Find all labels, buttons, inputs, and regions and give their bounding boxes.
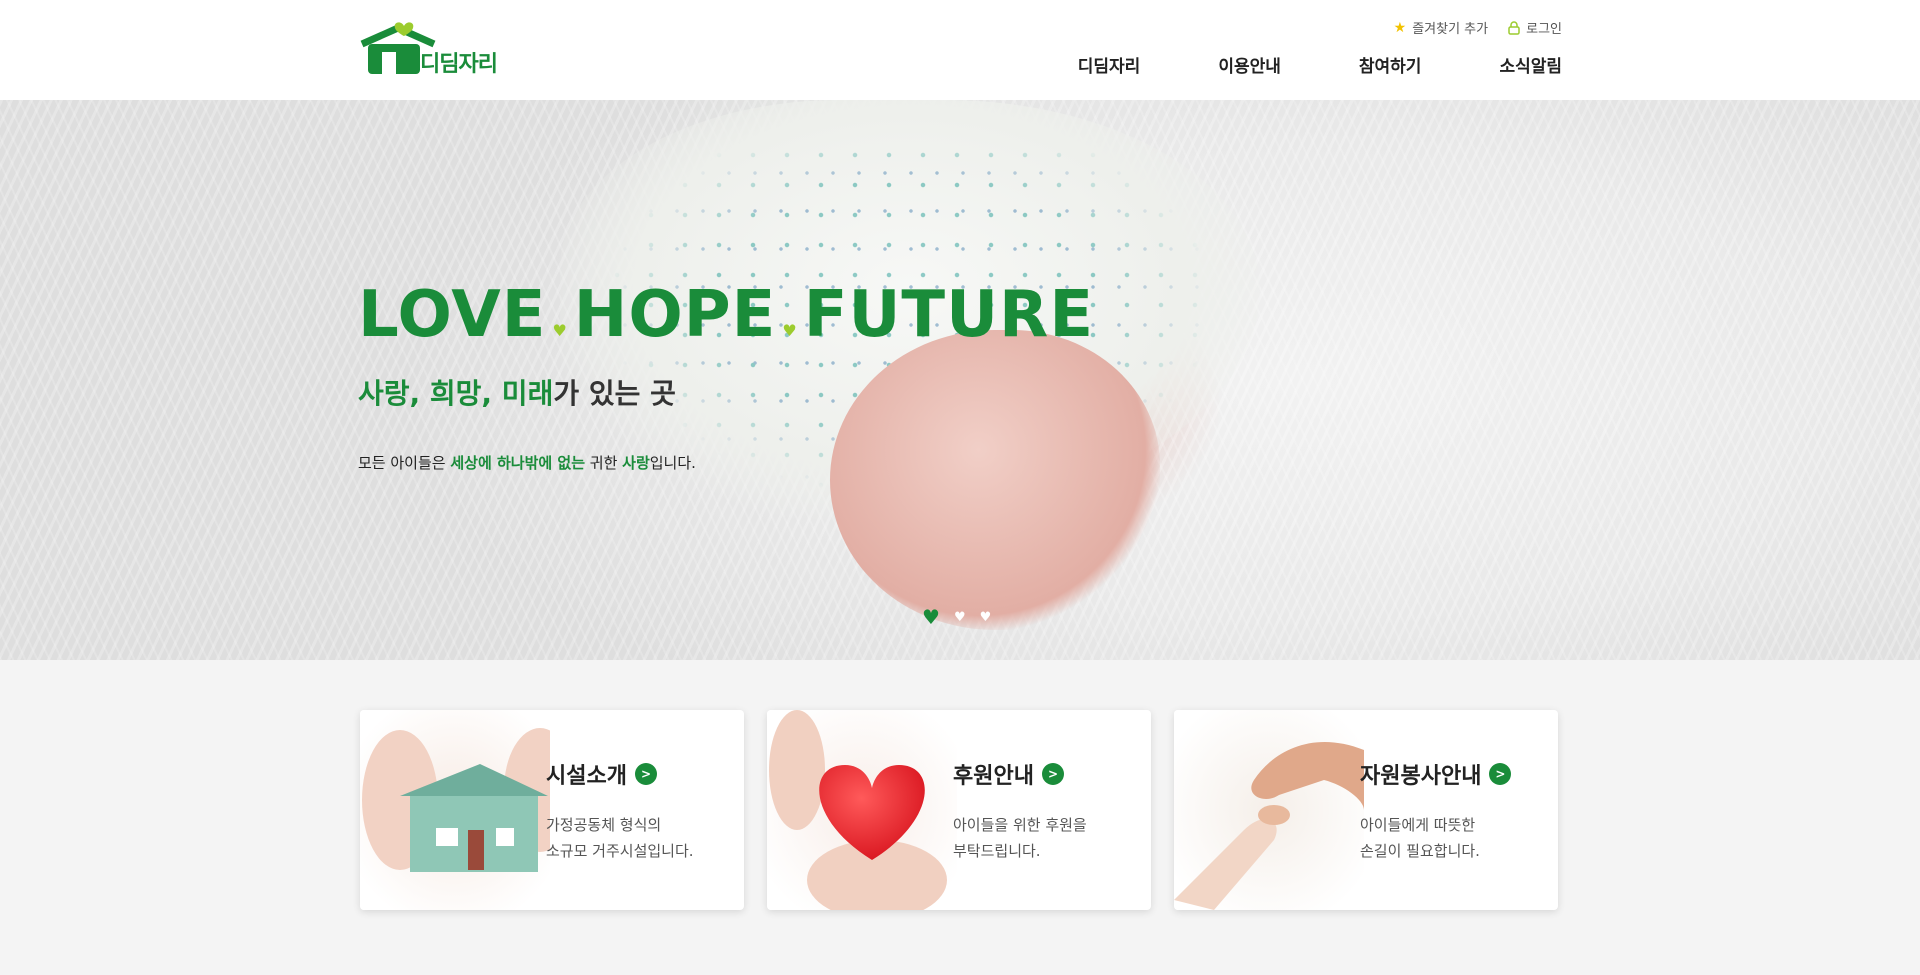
card-facility-title: 시설소개 > [546, 758, 657, 790]
star-icon: ★ [1393, 19, 1407, 36]
hero-desc-part: 모든 아이들은 [358, 454, 451, 472]
nav-item-guide[interactable]: 이용안내 [1218, 52, 1281, 77]
card-facility[interactable]: 시설소개 > 가정공동체 형식의 소규모 거주시설입니다. [360, 710, 744, 910]
card-donation-desc: 아이들을 위한 후원을 부탁드립니다. [953, 812, 1087, 864]
card-volunteer-title: 자원봉사안내 > [1360, 758, 1512, 790]
chevron-right-icon: > [1489, 763, 1512, 785]
house-in-hands-image [360, 710, 550, 910]
heart-icon: ♥ [782, 321, 798, 340]
hero-subtitle-rest: 가 있는 곳 [553, 377, 676, 410]
hero-desc-highlight: 사랑 [622, 454, 650, 472]
utility-links: ★ 즐겨찾기 추가 로그인 [1393, 18, 1562, 38]
card-facility-title-text: 시설소개 [546, 764, 627, 789]
card-volunteer-title-text: 자원봉사안내 [1360, 764, 1482, 789]
login-link[interactable]: 로그인 [1508, 18, 1562, 37]
card-facility-desc: 가정공동체 형식의 소규모 거주시설입니다. [546, 812, 694, 864]
card-donation-desc-line: 아이들을 위한 후원을 [953, 816, 1087, 834]
baby-feet-image [830, 330, 1160, 630]
hero-desc-part: 입니다. [649, 454, 696, 472]
card-facility-desc-line: 소규모 거주시설입니다. [546, 842, 694, 860]
hero-word-hope: HOPE [573, 278, 777, 352]
lock-icon [1508, 20, 1520, 35]
pinky-promise-hands-image [1174, 710, 1364, 910]
hero-subtitle-green: 사랑, 희망, 미래 [358, 377, 554, 410]
card-volunteer[interactable]: 자원봉사안내 > 아이들에게 따뜻한 손길이 필요합니다. [1174, 710, 1558, 910]
nav-item-participate[interactable]: 참여하기 [1359, 52, 1422, 77]
slide-dot-1-heart-icon[interactable]: ♥ [922, 607, 940, 627]
heart-in-hand-image [767, 710, 957, 910]
slide-dot-3-heart-icon[interactable]: ♥ [980, 611, 992, 624]
login-label: 로그인 [1526, 22, 1562, 37]
card-donation-desc-line: 부탁드립니다. [953, 842, 1041, 860]
heart-icon: ♥ [552, 321, 568, 340]
bookmark-link[interactable]: ★ 즐겨찾기 추가 [1393, 18, 1489, 38]
card-facility-desc-line: 가정공동체 형식의 [546, 816, 662, 834]
logo-text: 디딤자리 [420, 52, 498, 77]
main-nav: 디딤자리 이용안내 참여하기 소식알림 [1078, 52, 1562, 77]
hero-banner: LOVE ♥ HOPE ♥ FUTURE 사랑, 희망, 미래가 있는 곳 모든 아이들… [0, 100, 1920, 660]
hero-title: LOVE ♥ HOPE ♥ FUTURE [358, 278, 1094, 352]
quick-links: 시설소개 > 가정공동체 형식의 소규모 거주시설입니다. 후원안내 > 아이들… [360, 710, 1558, 910]
card-donation[interactable]: 후원안내 > 아이들을 위한 후원을 부탁드립니다. [767, 710, 1151, 910]
hero-word-love: LOVE [358, 278, 547, 352]
hero-word-future: FUTURE [803, 278, 1095, 352]
chevron-right-icon: > [634, 763, 657, 785]
slide-pager: ♥ ♥ ♥ [922, 607, 991, 627]
bookmark-label: 즐겨찾기 추가 [1412, 22, 1489, 37]
card-volunteer-desc: 아이들에게 따뜻한 손길이 필요합니다. [1360, 812, 1480, 864]
card-volunteer-desc-line: 손길이 필요합니다. [1360, 842, 1480, 860]
hero-desc-part: 귀한 [585, 454, 623, 472]
slide-dot-2-heart-icon[interactable]: ♥ [954, 611, 966, 624]
hero-subtitle: 사랑, 희망, 미래가 있는 곳 [358, 372, 676, 412]
site-logo[interactable]: 디딤자리 [358, 16, 508, 86]
chevron-right-icon: > [1041, 763, 1064, 785]
hero-desc-highlight: 세상에 하나밖에 없는 [450, 454, 585, 472]
card-donation-title: 후원안내 > [953, 758, 1064, 790]
card-donation-title-text: 후원안내 [953, 764, 1034, 789]
card-volunteer-desc-line: 아이들에게 따뜻한 [1360, 816, 1476, 834]
hero-description: 모든 아이들은 세상에 하나밖에 없는 귀한 사랑입니다. [358, 452, 696, 473]
site-header: 디딤자리 ★ 즐겨찾기 추가 로그인 디딤자리 이용안내 참여하기 소식알림 [0, 0, 1920, 100]
nav-item-didimjari[interactable]: 디딤자리 [1078, 52, 1141, 77]
nav-item-news[interactable]: 소식알림 [1499, 52, 1562, 77]
